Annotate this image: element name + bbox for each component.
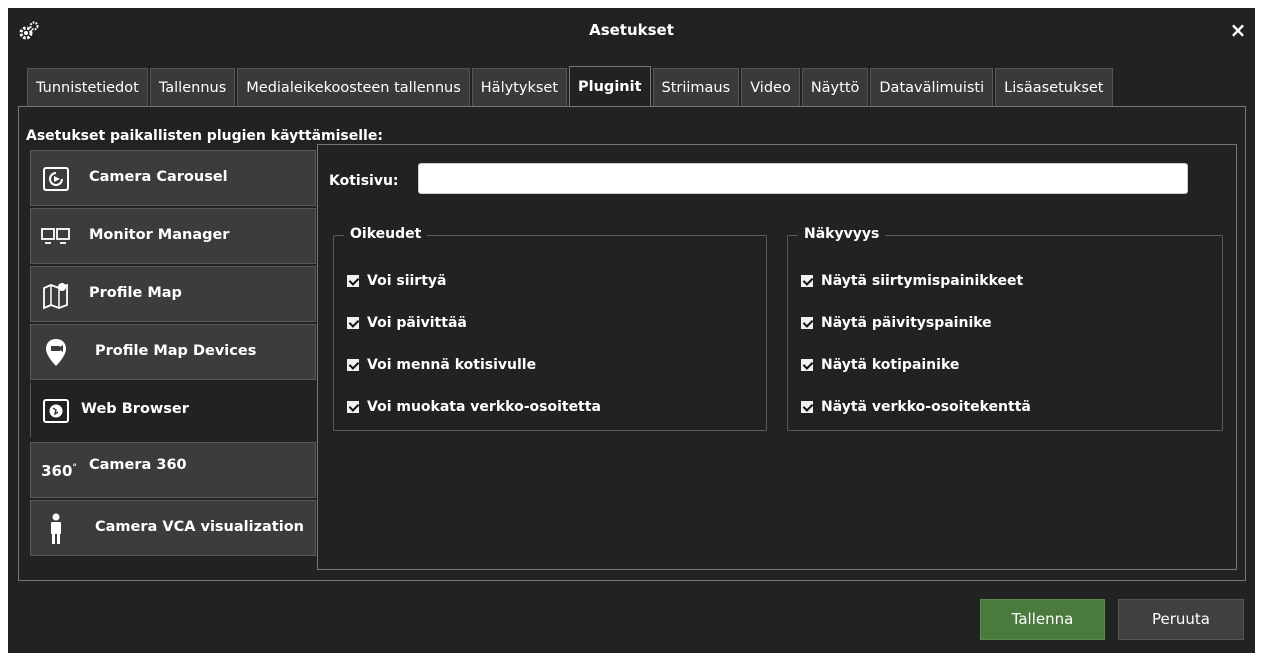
- plugin-label: Camera Carousel: [89, 169, 228, 185]
- rights-legend: Oikeudet: [344, 226, 428, 242]
- tab-pluginit[interactable]: Pluginit: [569, 66, 651, 107]
- checkbox-box[interactable]: [801, 359, 813, 371]
- check-label: Näytä kotipainike: [821, 357, 960, 373]
- title-bar: Asetukset ×: [8, 8, 1255, 55]
- close-button[interactable]: ×: [1227, 18, 1249, 42]
- map-pin-icon: [41, 280, 71, 310]
- plugins-tab-panel: Asetukset paikallisten plugien käyttämis…: [18, 106, 1246, 581]
- plugin-settings-content: Kotisivu: Oikeudet Voi siirtyä Voi päivi…: [317, 144, 1237, 570]
- tab-tunnistetiedot[interactable]: Tunnistetiedot: [27, 68, 148, 107]
- rights-group: Oikeudet Voi siirtyä Voi päivittää Voi m…: [333, 226, 767, 431]
- plugin-label: Profile Map Devices: [95, 343, 257, 359]
- plugin-label: Camera VCA visualization: [95, 519, 304, 535]
- tab-lisaasetukset[interactable]: Lisäasetukset: [995, 68, 1113, 107]
- plugin-item-profile-map[interactable]: Profile Map: [30, 266, 316, 322]
- plugin-label: Camera 360: [89, 457, 187, 473]
- plugin-label: Profile Map: [89, 285, 182, 301]
- check-label: Voi muokata verkko-osoitetta: [367, 399, 601, 415]
- camera-360-icon: 360°: [41, 462, 77, 480]
- checkbox-box[interactable]: [347, 317, 359, 329]
- checkbox-box[interactable]: [347, 275, 359, 287]
- plugin-item-profile-map-devices[interactable]: Profile Map Devices: [30, 324, 316, 380]
- check-label: Voi päivittää: [367, 315, 467, 331]
- checkbox-box[interactable]: [801, 317, 813, 329]
- tab-video[interactable]: Video: [741, 68, 800, 107]
- tab-halytykset[interactable]: Hälytykset: [471, 68, 568, 107]
- checkbox-can-edit-url[interactable]: Voi muokata verkko-osoitetta: [347, 399, 601, 415]
- plugin-label: Web Browser: [81, 401, 189, 417]
- checkbox-box[interactable]: [801, 275, 813, 287]
- carousel-icon: [41, 164, 71, 194]
- tab-striimaus[interactable]: Striimaus: [652, 68, 740, 107]
- plugin-item-camera-vca-visualization[interactable]: Camera VCA visualization: [30, 500, 316, 556]
- checkbox-box[interactable]: [347, 359, 359, 371]
- checkbox-can-refresh[interactable]: Voi päivittää: [347, 315, 467, 331]
- checkbox-show-address-field[interactable]: Näytä verkko-osoitekenttä: [801, 399, 1031, 415]
- checkbox-show-refresh-button[interactable]: Näytä päivityspainike: [801, 315, 992, 331]
- monitors-icon: [41, 222, 71, 252]
- plugins-heading: Asetukset paikallisten plugien käyttämis…: [26, 128, 383, 144]
- visibility-group: Näkyvyys Näytä siirtymispainikkeet Näytä…: [787, 226, 1223, 431]
- check-label: Voi mennä kotisivulle: [367, 357, 537, 373]
- plugin-item-monitor-manager[interactable]: Monitor Manager: [30, 208, 316, 264]
- checkbox-can-navigate[interactable]: Voi siirtyä: [347, 273, 446, 289]
- plugin-item-camera-carousel[interactable]: Camera Carousel: [30, 150, 316, 206]
- check-label: Näytä päivityspainike: [821, 315, 992, 331]
- home-page-input[interactable]: [418, 163, 1188, 194]
- plugin-item-camera-360[interactable]: 360° Camera 360: [30, 442, 316, 498]
- checkbox-box[interactable]: [347, 401, 359, 413]
- window-title: Asetukset: [589, 21, 674, 39]
- checkbox-show-navigation-buttons[interactable]: Näytä siirtymispainikkeet: [801, 273, 1023, 289]
- settings-window: Asetukset × Tunnistetiedot Tallennus Med…: [8, 8, 1255, 653]
- tab-bar: Tunnistetiedot Tallennus Medialeikekoost…: [27, 66, 1115, 107]
- tab-datavalimuisti[interactable]: Datavälimuisti: [870, 68, 994, 107]
- plugin-label: Monitor Manager: [89, 227, 230, 243]
- check-label: Näytä siirtymispainikkeet: [821, 273, 1024, 289]
- checkbox-can-go-home[interactable]: Voi mennä kotisivulle: [347, 357, 536, 373]
- save-button[interactable]: Tallenna: [980, 599, 1105, 640]
- tab-tallennus[interactable]: Tallennus: [149, 68, 236, 107]
- person-icon: [41, 513, 71, 544]
- checkbox-box[interactable]: [801, 401, 813, 413]
- visibility-legend: Näkyvyys: [798, 226, 886, 242]
- check-label: Voi siirtyä: [367, 273, 447, 289]
- globe-icon: [41, 396, 71, 426]
- cancel-button[interactable]: Peruuta: [1118, 599, 1244, 640]
- location-pin-icon: [41, 338, 71, 368]
- home-page-label: Kotisivu:: [329, 173, 399, 189]
- check-label: Näytä verkko-osoitekenttä: [821, 399, 1031, 415]
- tab-naytto[interactable]: Näyttö: [801, 68, 869, 107]
- checkbox-show-home-button[interactable]: Näytä kotipainike: [801, 357, 959, 373]
- tab-medialeikekoosteen-tallennus[interactable]: Medialeikekoosteen tallennus: [237, 68, 470, 107]
- plugin-item-web-browser[interactable]: Web Browser: [30, 382, 322, 438]
